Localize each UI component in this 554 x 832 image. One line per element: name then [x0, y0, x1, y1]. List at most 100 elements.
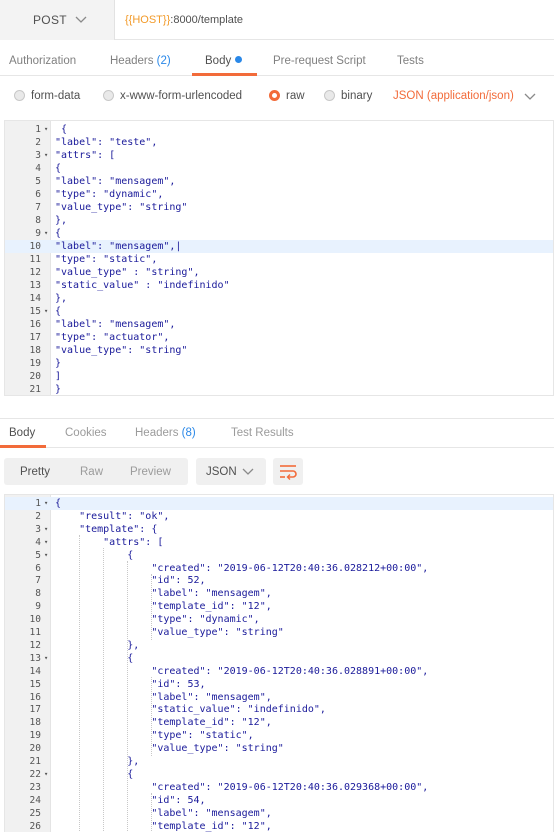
code-line: 3 ▾ "template": { — [5, 523, 553, 536]
tab-response-body[interactable]: Body — [9, 427, 35, 439]
code-line: 7 "id": 52, — [5, 574, 553, 587]
code-line: 4 ▾ "attrs": [ — [5, 536, 553, 549]
fold-arrow-icon[interactable]: ▾ — [44, 549, 48, 562]
code-text: "type": "dynamic", — [55, 189, 164, 200]
line-number: 1 — [35, 124, 41, 135]
code-text: ] — [55, 371, 62, 382]
line-number: 18 — [29, 717, 41, 729]
line-number: 9 — [35, 601, 41, 613]
fold-arrow-icon[interactable]: ▾ — [44, 305, 48, 318]
line-number: 12 — [29, 639, 41, 651]
modified-dot-icon — [235, 56, 243, 63]
code-text: "result": "ok", — [55, 510, 170, 522]
tab-response-headers[interactable]: Headers (8) — [135, 427, 196, 439]
code-text: "label": "mensagem", — [55, 176, 176, 187]
code-line: 19 "type": "static", — [5, 729, 553, 742]
radio-raw[interactable] — [269, 90, 280, 101]
tab-body[interactable]: Body — [205, 55, 243, 67]
line-number: 5 — [35, 549, 41, 561]
tab-authorization[interactable]: Authorization — [9, 55, 76, 67]
line-number: 1 — [35, 498, 41, 509]
line-number: 11 — [29, 254, 41, 265]
line-number: 17 — [29, 332, 41, 343]
line-number: 23 — [29, 781, 41, 793]
code-line: 12 "value_type" : "string", — [5, 266, 553, 279]
code-line: 13 ▾ { — [5, 652, 553, 665]
code-text: "label": "teste", — [55, 137, 158, 148]
radio-urlencoded[interactable] — [103, 90, 114, 101]
tab-test-results[interactable]: Test Results — [231, 427, 294, 439]
fold-arrow-icon[interactable]: ▾ — [44, 536, 48, 549]
fold-arrow-icon[interactable]: ▾ — [44, 497, 48, 510]
code-line: 11 "type": "static", — [5, 253, 553, 266]
radio-binary[interactable] — [324, 90, 335, 101]
code-line: 17 "type": "actuator", — [5, 331, 553, 344]
code-line: 16 "label": "mensagem", — [5, 318, 553, 331]
response-body-viewer[interactable]: 1 ▾{2 "result": "ok", 3 ▾ "template": {4 ▾ "… — [4, 494, 554, 832]
method-select[interactable]: POST — [0, 0, 115, 40]
code-line: 26 "template_id": "12", — [5, 820, 553, 832]
fold-arrow-icon[interactable]: ▾ — [44, 523, 48, 536]
chevron-down-icon — [242, 468, 254, 475]
code-line: 8 "label": "mensagem", — [5, 587, 553, 600]
pretty-button[interactable]: Pretty — [20, 466, 50, 478]
line-number: 3 — [35, 523, 41, 535]
code-text: "id": 52, — [55, 575, 206, 587]
tab-cookies[interactable]: Cookies — [65, 427, 107, 439]
code-text: "label": "mensagem", — [55, 807, 272, 819]
code-text: "value_type": "string" — [55, 627, 284, 638]
line-number: 14 — [29, 665, 41, 677]
code-line: 24 "id": 54, — [5, 794, 553, 807]
body-type-options: form-data x-www-form-urlencoded raw bina… — [0, 82, 554, 112]
format-select[interactable]: JSON — [196, 458, 266, 485]
wrap-lines-button[interactable] — [273, 458, 303, 485]
radio-form-data[interactable] — [14, 90, 25, 101]
code-text: "template_id": "12", — [55, 820, 272, 832]
code-text: "type": "dynamic", — [55, 614, 260, 626]
code-text: "created": "2019-06-12T20:40:36.028212+0… — [55, 562, 429, 574]
code-text: } — [55, 384, 62, 395]
line-number: 10 — [29, 241, 41, 252]
code-text: "id": 53, — [55, 678, 206, 690]
code-text: "label": "mensagem", — [55, 588, 272, 600]
line-number: 20 — [29, 743, 41, 755]
code-line: 21 }, — [5, 755, 553, 768]
line-number: 4 — [35, 163, 41, 174]
code-text: "id": 54, — [55, 794, 206, 806]
code-text: "value_type": "string" — [55, 202, 188, 213]
tab-body-label: Body — [205, 55, 232, 67]
url-path: :8000/template — [170, 14, 244, 26]
indent-guide — [151, 676, 153, 757]
label-binary: binary — [341, 90, 373, 102]
line-number: 19 — [29, 730, 41, 742]
line-number: 16 — [29, 691, 41, 703]
fold-arrow-icon[interactable]: ▾ — [44, 652, 48, 665]
code-text: { — [55, 124, 68, 135]
fold-arrow-icon[interactable]: ▾ — [44, 768, 48, 781]
url-input[interactable]: {{HOST}}:8000/template — [125, 0, 243, 40]
code-line: 18 "template_id": "12", — [5, 716, 553, 729]
fold-arrow-icon[interactable]: ▾ — [44, 149, 48, 162]
tab-prerequest-script[interactable]: Pre-request Script — [273, 55, 366, 67]
preview-button[interactable]: Preview — [130, 466, 171, 478]
label-form-data: form-data — [31, 90, 81, 102]
fold-arrow-icon[interactable]: ▾ — [44, 227, 48, 240]
code-line: 10 "label": "mensagem",| — [5, 240, 553, 253]
raw-button[interactable]: Raw — [80, 466, 103, 478]
request-body-editor[interactable]: 1 ▾ {2 "label": "teste", 3 ▾ "attrs": [4{5 "la… — [4, 120, 554, 396]
tab-tests[interactable]: Tests — [397, 55, 424, 67]
fold-arrow-icon[interactable]: ▾ — [44, 123, 48, 136]
code-line: 10 "type": "dynamic", — [5, 613, 553, 626]
tab-headers[interactable]: Headers (2) — [110, 55, 171, 67]
line-number: 8 — [35, 588, 41, 600]
indent-guide — [103, 547, 105, 832]
line-number: 2 — [35, 510, 41, 522]
code-text: { — [55, 498, 62, 509]
tab-response-headers-label: Headers — [135, 427, 179, 439]
content-type-select[interactable]: JSON (application/json) — [393, 90, 514, 102]
method-label: POST — [33, 13, 67, 27]
code-line: 5 "label": "mensagem", — [5, 175, 553, 188]
code-line: 8}, — [5, 214, 553, 227]
chevron-down-icon[interactable] — [524, 90, 536, 102]
code-text: { — [55, 163, 62, 174]
